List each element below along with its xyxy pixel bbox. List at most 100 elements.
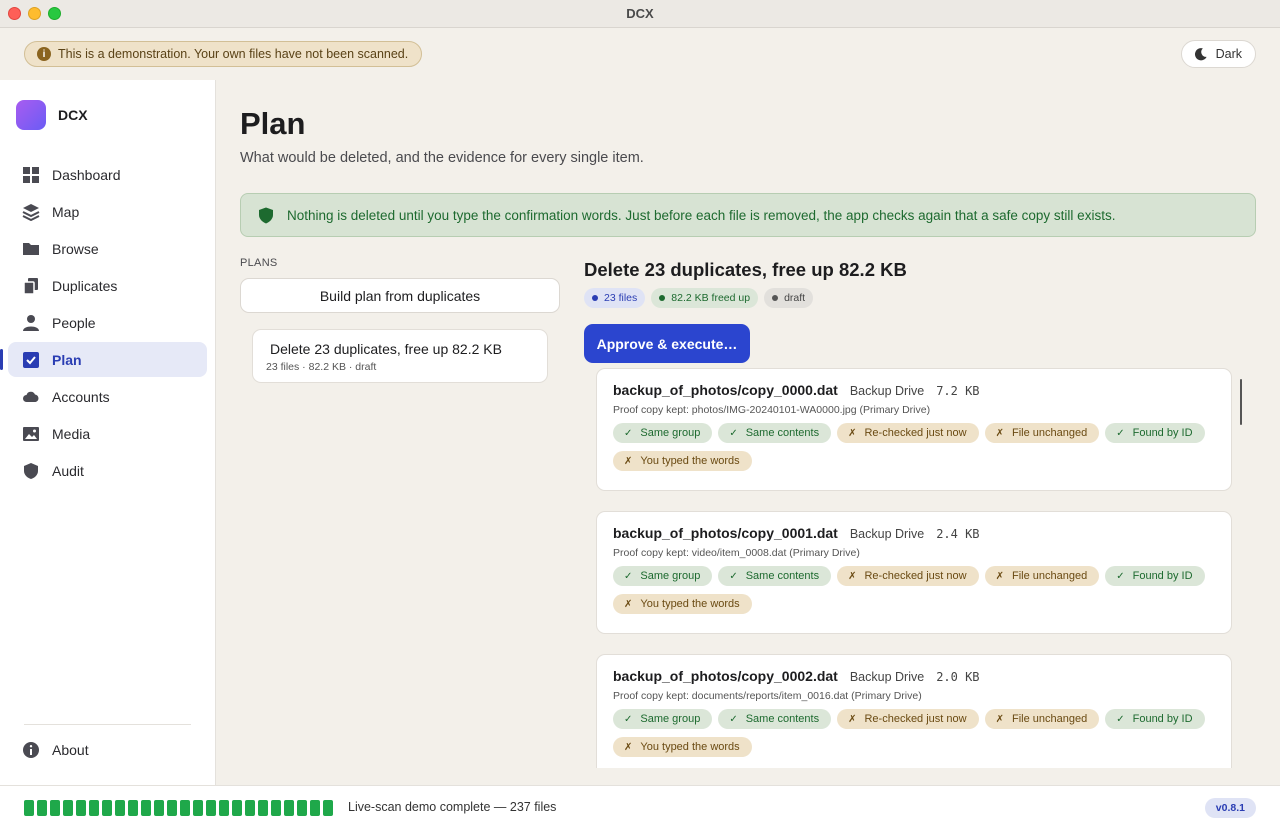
progress-segment (102, 800, 112, 816)
sidebar-item-label: Media (52, 425, 91, 442)
item-size: 2.4 KB (936, 527, 980, 541)
check-same-group: ✓ Same group (613, 423, 713, 443)
freed-space-badge: 82.2 KB freed up (651, 288, 759, 308)
build-plan-button[interactable]: Build plan from duplicates (240, 278, 560, 313)
progress-segment (63, 800, 73, 816)
demo-banner: i This is a demonstration. Your own file… (24, 41, 423, 67)
sidebar-item-people[interactable]: People (8, 305, 207, 340)
items-scrollbar[interactable] (1240, 379, 1242, 425)
plans-section-label: PLANS (240, 257, 278, 269)
item-drive: Backup Drive (849, 527, 925, 541)
item-size: 2.0 KB (936, 670, 980, 684)
sidebar-item-duplicates[interactable]: Duplicates (8, 268, 207, 303)
progress-segment (245, 800, 255, 816)
brand: DCX (16, 100, 88, 130)
sidebar-item-label: Duplicates (52, 277, 118, 294)
sidebar-item-media[interactable]: Media (8, 416, 207, 451)
plan-card[interactable]: Delete 23 duplicates, free up 82.2 KB 23… (252, 329, 548, 383)
plan-badges: 23 files 82.2 KB freed up draft (584, 288, 819, 308)
progress-segment (128, 800, 138, 816)
check-same-contents: ✓ Same contents (718, 423, 832, 443)
progress-segment (284, 800, 294, 816)
plan-card-title: Delete 23 duplicates, free up 82.2 KB (270, 341, 502, 357)
progress-segment (206, 800, 216, 816)
item-proof-copy: Proof copy kept: video/item_0008.dat (Pr… (613, 547, 860, 559)
scan-status-text: Live-scan demo complete — 237 files (348, 800, 557, 814)
item-file-name: backup_of_photos/copy_0000.dat (613, 382, 838, 398)
sidebar-item-dashboard[interactable]: Dashboard (8, 157, 207, 192)
sidebar-item-plan[interactable]: Plan (0, 342, 207, 377)
demo-banner-text: This is a demonstration. Your own files … (58, 47, 409, 61)
item-file-name: backup_of_photos/copy_0001.dat (613, 525, 838, 541)
check-found-by-id: ✓ Found by ID (1105, 423, 1205, 443)
check-same-group: ✓ Same group (613, 709, 713, 729)
person-icon (22, 314, 40, 332)
plan-detail-title: Delete 23 duplicates, free up 82.2 KB (584, 259, 907, 280)
progress-segment (167, 800, 177, 816)
window-titlebar: DCX (0, 0, 1280, 28)
check-same-contents: ✓ Same contents (718, 566, 832, 586)
progress-segment (219, 800, 229, 816)
progress-segment (193, 800, 203, 816)
check-found-by-id: ✓ Found by ID (1105, 709, 1205, 729)
approve-execute-button[interactable]: Approve & execute… (584, 324, 750, 363)
sidebar-item-label: Dashboard (52, 166, 121, 183)
checkbox-icon (22, 351, 40, 369)
sidebar-item-label: People (52, 314, 96, 331)
check-rechecked: ✗ Re-checked just now (837, 423, 979, 443)
progress-segment (76, 800, 86, 816)
image-icon (22, 425, 40, 443)
sidebar-item-browse[interactable]: Browse (8, 231, 207, 266)
plan-item: backup_of_photos/copy_0000.dat Backup Dr… (596, 368, 1232, 491)
progress-segment (115, 800, 125, 816)
check-file-unchanged: ✗ File unchanged (984, 423, 1100, 443)
item-drive: Backup Drive (849, 384, 925, 398)
folder-icon (22, 240, 40, 258)
item-checks: ✓ Same group ✓ Same contents ✗ Re-checked j… (613, 423, 1213, 479)
moon-icon (1194, 47, 1207, 60)
sidebar-item-accounts[interactable]: Accounts (8, 379, 207, 414)
safety-notice-text: Nothing is deleted until you type the co… (287, 207, 1116, 223)
sidebar-item-map[interactable]: Map (8, 194, 207, 229)
item-proof-copy: Proof copy kept: documents/reports/item_… (613, 690, 922, 702)
info-icon: i (37, 47, 51, 61)
progress-segment (180, 800, 190, 816)
plan-items-list[interactable]: backup_of_photos/copy_0000.dat Backup Dr… (596, 368, 1232, 768)
plan-item: backup_of_photos/copy_0002.dat Backup Dr… (596, 654, 1232, 768)
plan-status-badge: draft (764, 288, 814, 308)
progress-segment (24, 800, 34, 816)
version-badge: v0.8.1 (1204, 798, 1256, 818)
sidebar-item-label: Map (52, 203, 80, 220)
sidebar-about-section: About (8, 732, 207, 769)
plan-card-meta: 23 files · 82.2 KB · draft (266, 361, 377, 373)
progress-segment (323, 800, 333, 816)
layers-icon (22, 203, 40, 221)
sidebar-item-label: Browse (52, 240, 99, 257)
progress-segment (258, 800, 268, 816)
progress-segment (89, 800, 99, 816)
item-checks: ✓ Same group ✓ Same contents ✗ Re-checked j… (613, 566, 1213, 622)
sidebar-item-label: Audit (52, 462, 84, 479)
sidebar-item-about[interactable]: About (8, 732, 207, 767)
check-same-contents: ✓ Same contents (718, 709, 832, 729)
sidebar-nav: Dashboard Map Browse Duplicates People P… (0, 157, 207, 490)
plan-item: backup_of_photos/copy_0001.dat Backup Dr… (596, 511, 1232, 634)
theme-toggle-button[interactable]: Dark (1180, 40, 1256, 68)
info-circle-icon (22, 741, 40, 759)
progress-segment (232, 800, 242, 816)
item-drive: Backup Drive (849, 670, 925, 684)
top-bar: i This is a demonstration. Your own file… (0, 28, 1280, 80)
sidebar-item-audit[interactable]: Audit (8, 453, 207, 488)
check-typed-words: ✗ You typed the words (613, 737, 752, 757)
check-rechecked: ✗ Re-checked just now (837, 566, 979, 586)
item-checks: ✓ Same group ✓ Same contents ✗ Re-checked j… (613, 709, 1213, 765)
brand-name: DCX (58, 107, 88, 123)
sidebar-divider (24, 724, 191, 725)
main-content: Plan What would be deleted, and the evid… (216, 80, 1280, 785)
progress-segment (297, 800, 307, 816)
files-count-badge: 23 files (584, 288, 646, 308)
page-subtitle: What would be deleted, and the evidence … (240, 150, 644, 166)
copy-icon (22, 277, 40, 295)
check-file-unchanged: ✗ File unchanged (984, 566, 1100, 586)
window-title: DCX (626, 6, 654, 21)
